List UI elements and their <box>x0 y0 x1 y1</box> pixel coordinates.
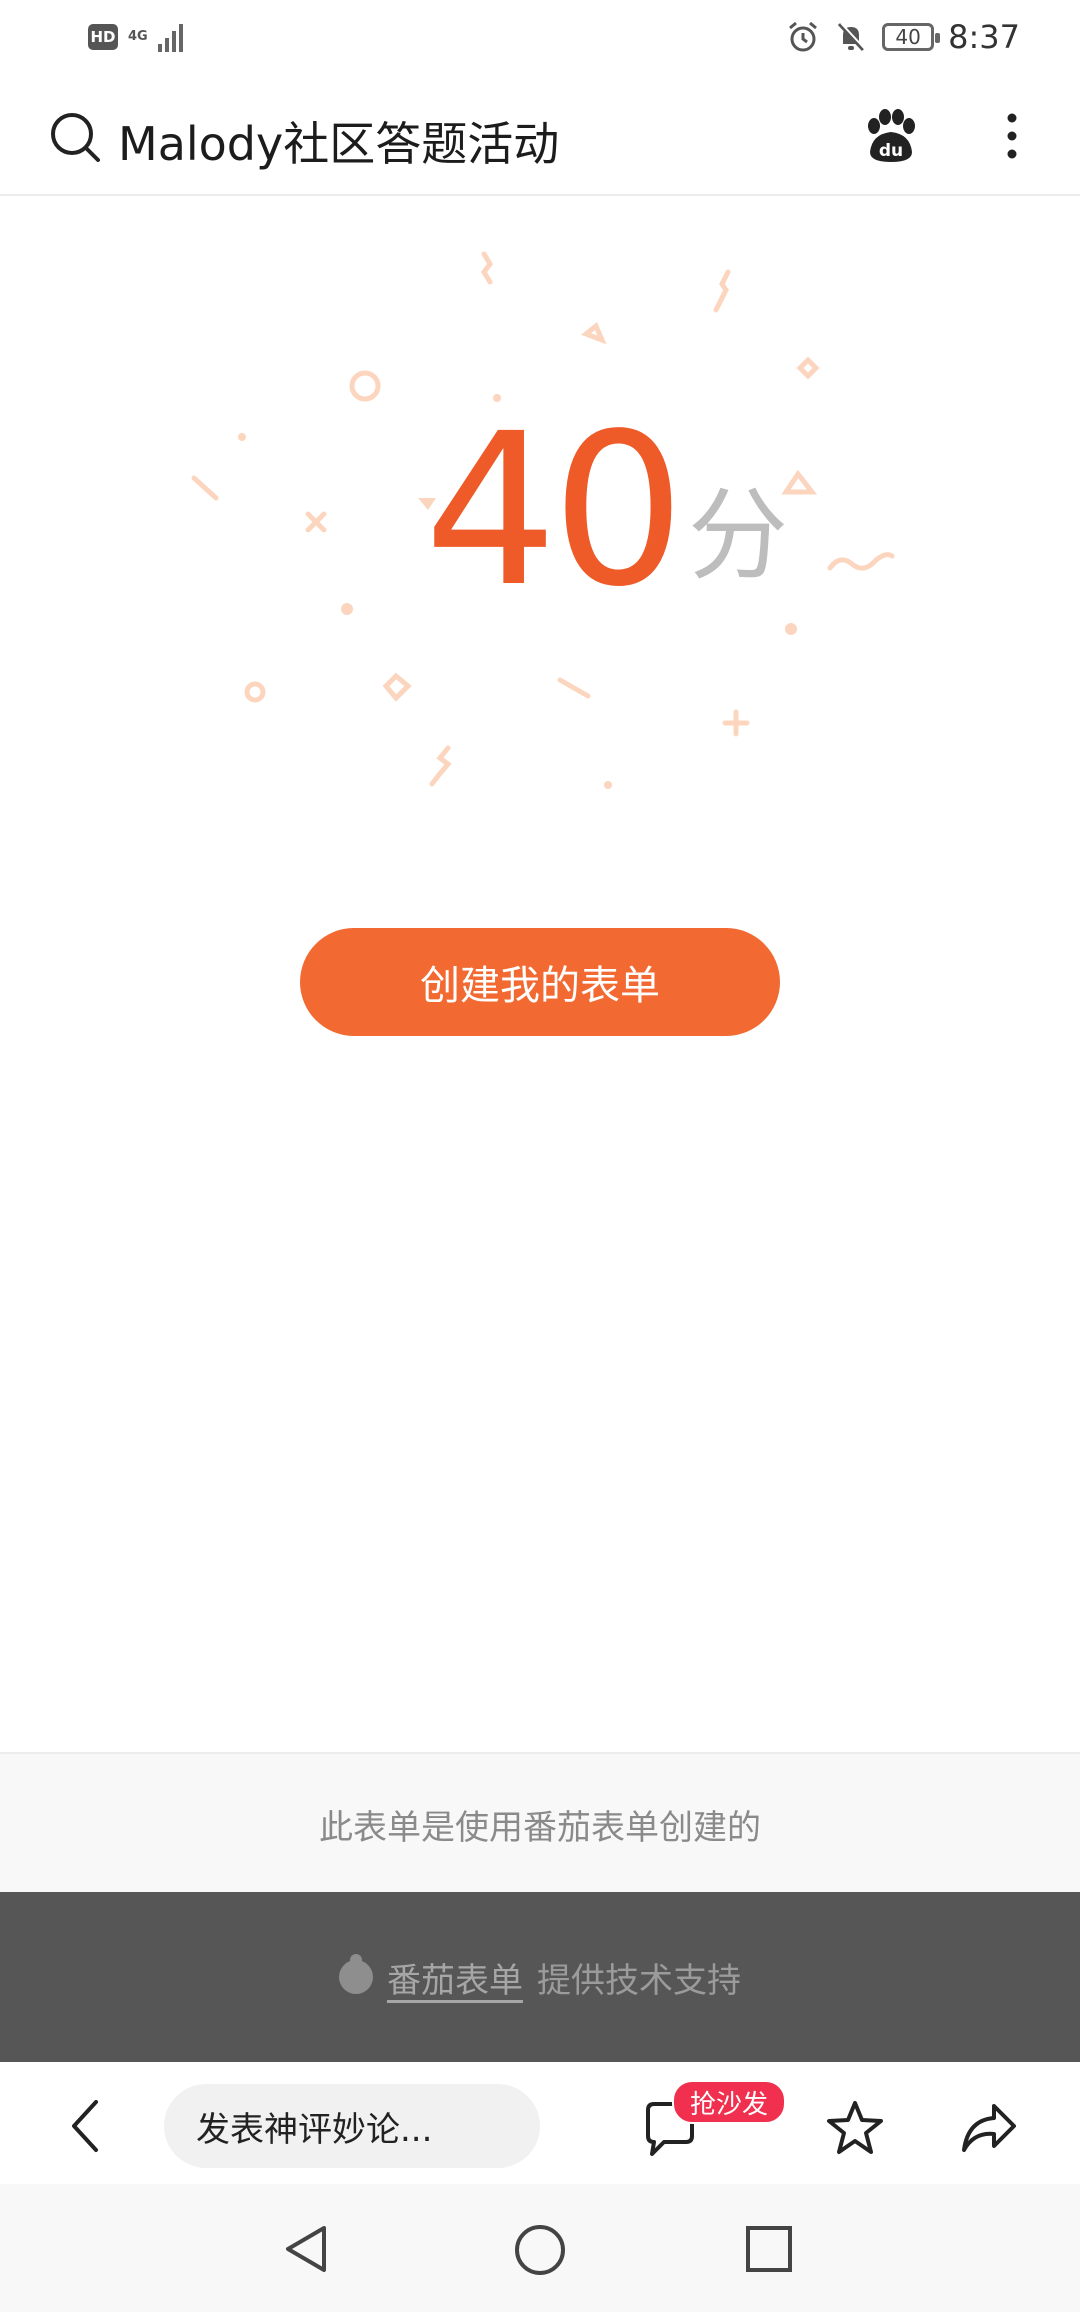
signal-icon <box>157 24 183 52</box>
support-text: 提供技术支持 <box>537 1960 741 2001</box>
page-title: Malody社区答题活动 <box>118 117 560 171</box>
star-icon[interactable] <box>824 2098 886 2158</box>
status-right: 40 8:37 <box>786 18 1020 56</box>
browser-toolbar: 发表神评妙论... 抢沙发 <box>0 2062 1080 2184</box>
clock: 8:37 <box>948 18 1020 56</box>
more-vertical-icon[interactable] <box>1000 106 1024 166</box>
title-bar: Malody社区答题活动 du <box>0 80 1080 196</box>
system-nav-bar <box>0 2184 1080 2312</box>
circle-home-icon[interactable] <box>512 2222 568 2278</box>
sofa-badge: 抢沙发 <box>672 2080 787 2124</box>
score-value: 40 <box>424 388 685 633</box>
comment-input[interactable]: 发表神评妙论... <box>164 2084 540 2168</box>
brand-link[interactable]: 番茄表单 <box>387 1953 523 2002</box>
alarm-icon <box>789 21 818 52</box>
chevron-left-icon[interactable] <box>66 2096 106 2156</box>
network-type: 4G <box>128 29 148 44</box>
hd-badge: HD <box>88 24 118 50</box>
create-my-form-button[interactable]: 创建我的表单 <box>300 928 780 1036</box>
share-icon[interactable] <box>958 2098 1020 2158</box>
search-icon[interactable] <box>48 110 104 166</box>
baidu-paw-icon[interactable]: du <box>860 106 920 166</box>
status-left: HD 4G <box>88 22 184 52</box>
square-recent-icon[interactable] <box>744 2224 794 2274</box>
status-bar: HD 4G 40 8:37 <box>0 0 1080 80</box>
form-created-note: 此表单是使用番茄表单创建的 <box>0 1752 1080 1894</box>
tomato-logo-icon <box>339 1954 373 1994</box>
svg-text:du: du <box>879 141 903 161</box>
score-area: 40 分 <box>0 196 1080 816</box>
battery-indicator: 40 <box>882 23 941 51</box>
triangle-back-icon[interactable] <box>282 2222 332 2276</box>
mute-bell-icon <box>838 22 866 52</box>
score-unit: 分 <box>688 477 788 594</box>
brand-footer: 番茄表单 提供技术支持 <box>0 1892 1080 2062</box>
